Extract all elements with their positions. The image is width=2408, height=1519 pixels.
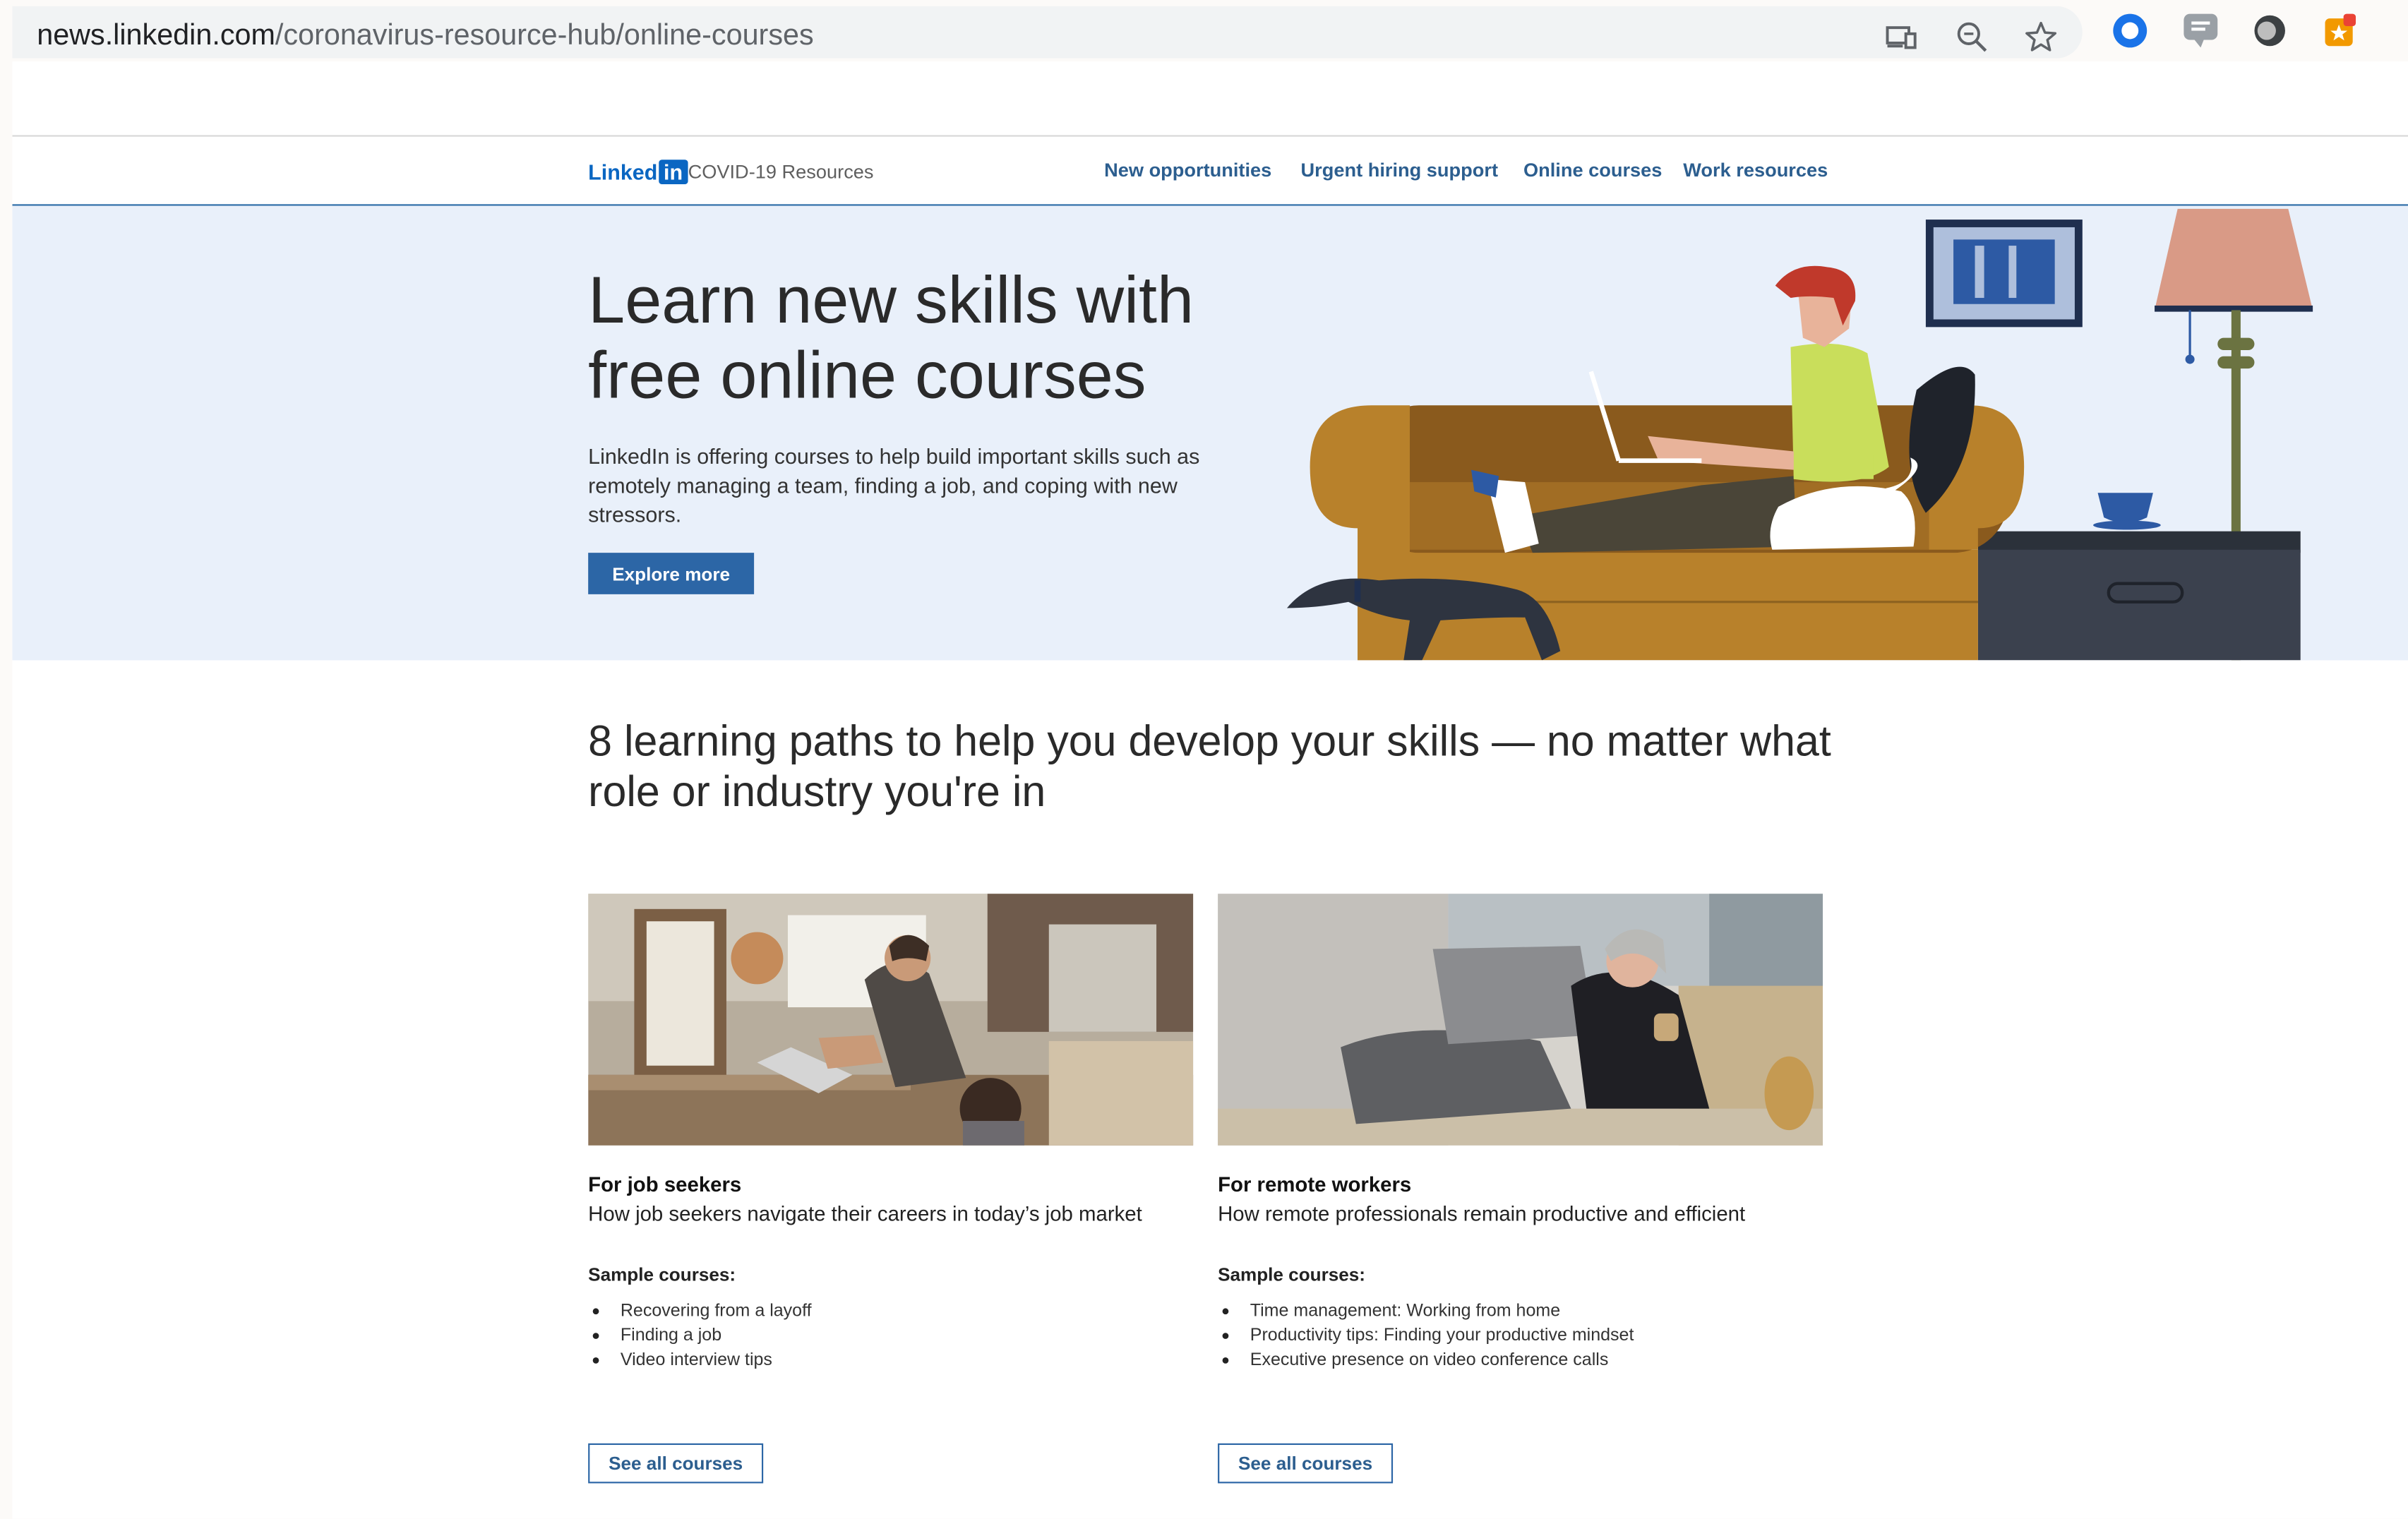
- section-title: 8 learning paths to help you develop you…: [588, 716, 1831, 816]
- hero-title: Learn new skills with free online course…: [588, 264, 1194, 414]
- hero-banner: Learn new skills with free online course…: [12, 205, 2408, 661]
- nav-new-opportunities[interactable]: New opportunities: [1104, 160, 1271, 181]
- extension-dark-icon[interactable]: [2251, 12, 2288, 49]
- address-bar[interactable]: news.linkedin.com/coronavirus-resource-h…: [12, 6, 2083, 59]
- sample-courses-label: Sample courses:: [588, 1263, 736, 1285]
- web-page: Linked in COVID-19 Resources New opportun…: [12, 61, 2408, 1519]
- site-header: Linked in COVID-19 Resources New opportun…: [12, 135, 2408, 208]
- url-host: news.linkedin.com: [37, 20, 275, 52]
- list-item: Finding a job: [588, 1323, 811, 1348]
- card-title: For remote workers: [1218, 1172, 1412, 1196]
- sample-courses-list: Recovering from a layoff Finding a job V…: [588, 1299, 812, 1373]
- extension-orange-icon[interactable]: [2322, 12, 2359, 49]
- zoom-icon[interactable]: [1955, 20, 1989, 54]
- url-path: /coronavirus-resource-hub/online-courses: [275, 20, 814, 52]
- hero-subtitle: LinkedIn is offering courses to help bui…: [588, 443, 1200, 527]
- list-item: Executive presence on video conference c…: [1218, 1348, 1634, 1373]
- sample-courses-list: Time management: Working from home Produ…: [1218, 1299, 1634, 1372]
- nav-work-resources[interactable]: Work resources: [1683, 160, 1828, 181]
- card-description: How remote professionals remain producti…: [1218, 1202, 1746, 1225]
- logo-in-badge: in: [659, 160, 688, 185]
- explore-more-button[interactable]: Explore more: [588, 553, 755, 594]
- extension-circle-icon[interactable]: [2112, 12, 2148, 49]
- section-label[interactable]: COVID-19 Resources: [688, 161, 874, 182]
- list-item: Recovering from a layoff: [588, 1299, 812, 1323]
- logo-text: Linked: [588, 160, 658, 185]
- cast-icon[interactable]: [1884, 20, 1918, 54]
- list-item: Productivity tips: Finding your producti…: [1218, 1323, 1634, 1348]
- linkedin-logo[interactable]: Linked in: [588, 160, 688, 185]
- walkme-extension-icon[interactable]: [2182, 12, 2219, 49]
- list-item: Video interview tips: [588, 1348, 811, 1373]
- list-item: Time management: Working from home: [1218, 1299, 1634, 1323]
- job-seekers-photo: [588, 894, 1194, 1146]
- see-all-courses-button[interactable]: See all courses: [588, 1443, 764, 1484]
- card-title: For job seekers: [588, 1172, 742, 1196]
- see-all-courses-button[interactable]: See all courses: [1218, 1443, 1394, 1484]
- card-description: How job seekers navigate their careers i…: [588, 1202, 1142, 1225]
- sample-courses-label: Sample courses:: [1218, 1263, 1366, 1285]
- screen: news.linkedin.com/coronavirus-resource-h…: [0, 0, 2408, 1519]
- remote-workers-photo: [1218, 894, 1823, 1146]
- bookmark-star-icon[interactable]: [2024, 20, 2058, 54]
- nav-urgent-hiring-support[interactable]: Urgent hiring support: [1301, 160, 1498, 181]
- url-text[interactable]: news.linkedin.com/coronavirus-resource-h…: [37, 20, 813, 54]
- nav-online-courses[interactable]: Online courses: [1523, 160, 1662, 181]
- hero-illustration: [1286, 208, 2313, 661]
